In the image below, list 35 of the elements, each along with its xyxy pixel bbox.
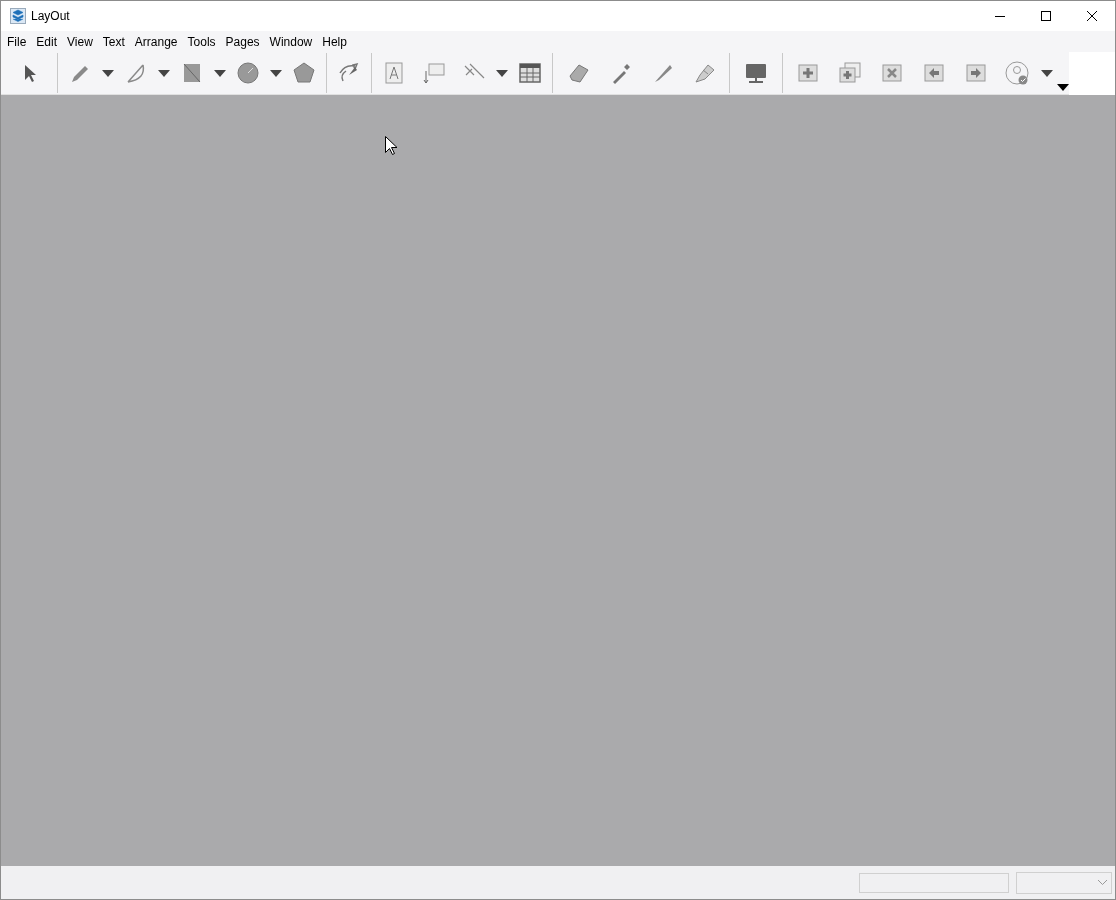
caret-icon	[102, 69, 114, 77]
caret-icon	[158, 69, 170, 77]
caret-icon	[214, 69, 226, 77]
close-icon	[1087, 11, 1097, 21]
menu-item[interactable]: Window	[264, 31, 318, 52]
menu-item[interactable]: Text	[97, 31, 130, 52]
table-icon	[518, 61, 542, 85]
add-page-icon	[796, 61, 820, 85]
caret-icon	[270, 69, 282, 77]
polygon-icon	[292, 61, 316, 85]
menu-item[interactable]: Tools	[182, 31, 221, 52]
menu-item[interactable]: Arrange	[129, 31, 183, 52]
minimize-icon	[995, 15, 1005, 17]
right-arrow-page-icon	[964, 61, 988, 85]
delete-page-icon	[880, 61, 904, 85]
mouse-cursor-icon	[385, 136, 397, 155]
chevron-down-icon	[1098, 880, 1107, 885]
menu-item[interactable]: File	[2, 31, 32, 52]
menu-item[interactable]: Pages	[220, 31, 265, 52]
left-arrow-page-icon	[922, 61, 946, 85]
caret-icon	[1057, 84, 1069, 91]
menu-item[interactable]: Edit	[31, 31, 63, 52]
app-logo-icon	[10, 8, 26, 24]
caret-icon	[1041, 69, 1053, 77]
label-icon	[422, 61, 446, 85]
menu-item[interactable]: Help	[317, 31, 352, 52]
window-title: LayOut	[31, 8, 70, 25]
menu-item[interactable]: View	[62, 31, 98, 52]
caret-icon	[496, 69, 508, 77]
user-check-icon	[1005, 61, 1029, 85]
duplicate-page-icon	[838, 61, 862, 85]
maximize-icon	[1041, 11, 1051, 21]
circle-icon	[236, 61, 260, 85]
monitor-icon	[744, 61, 768, 85]
text-box-icon	[382, 61, 406, 85]
